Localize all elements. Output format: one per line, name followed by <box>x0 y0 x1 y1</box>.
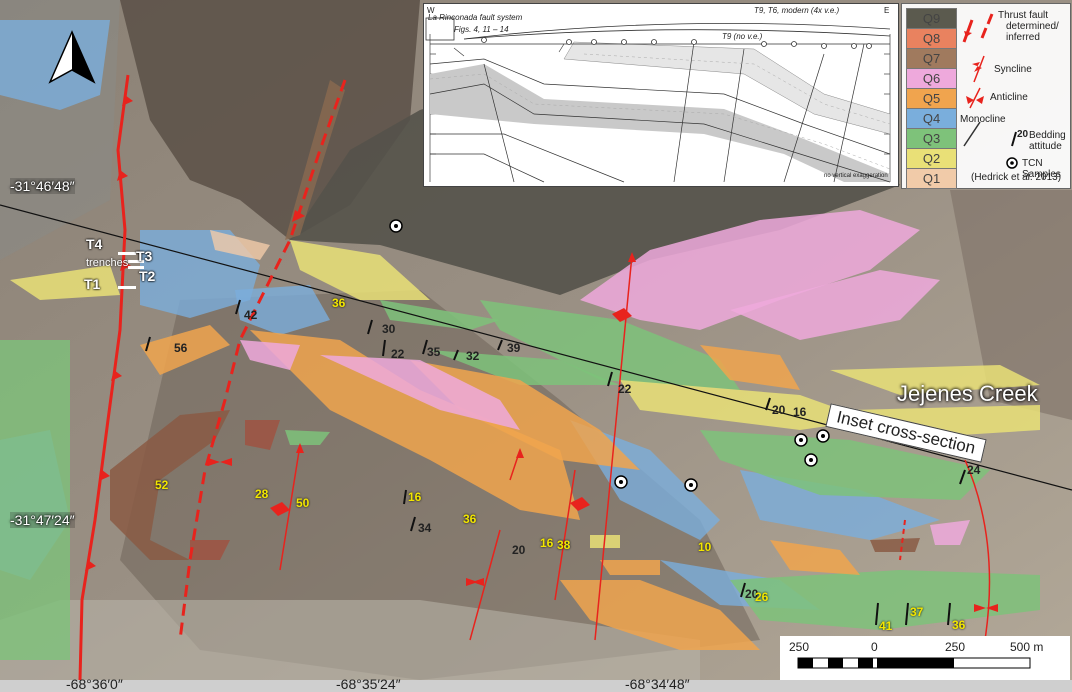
bedding-value: 22 <box>391 347 405 361</box>
legend-syncline: Syncline <box>994 64 1032 75</box>
lon-right-label: -68°34′48″ <box>625 676 690 692</box>
lon-mid-label: -68°35′24″ <box>336 676 401 692</box>
legend-monocline: Monocline <box>960 114 1006 125</box>
bedding-value: 30 <box>382 322 396 336</box>
legend-bedding-number: 20 <box>1017 129 1029 140</box>
inset-cross-section: W E La Rinconada fault system Figs. 4, 1… <box>423 3 899 187</box>
legend-tcn-2: (Hedrick et al. 2013) <box>971 172 1062 183</box>
bottom-band <box>0 680 1072 692</box>
trench-t4-label: T4 <box>86 236 103 252</box>
lat-bottom-label: -31°47′24″ <box>10 512 75 528</box>
trenches-label: trenches <box>86 257 129 269</box>
legend-thrust-2: determined/ <box>1006 21 1059 32</box>
unit-q4 <box>0 20 110 110</box>
bedding-value: 20 <box>512 543 526 557</box>
inset-no-ve-label: T9 (no v.e.) <box>722 32 763 41</box>
bedding-value: 32 <box>466 349 480 363</box>
geologic-map: -31°46′48″ -31°47′24″ Jejenes Creek Inse… <box>0 0 1072 692</box>
inset-modern-label: T9, T6, modern (4x v.e.) <box>754 6 840 15</box>
scale-label-0: 0 <box>871 640 878 654</box>
bedding-value: 34 <box>418 521 432 535</box>
scale-label-500: 500 m <box>1010 640 1044 654</box>
bedding-value: 36 <box>332 296 346 310</box>
scale-label-250-left: 250 <box>789 640 810 654</box>
creek-label: Jejenes Creek <box>897 381 1038 406</box>
bedding-value: 38 <box>557 538 571 552</box>
bedding-value: 20 <box>772 403 786 417</box>
unit-q5 <box>600 560 660 575</box>
legend-anticline: Anticline <box>990 92 1028 103</box>
bedding-value: 37 <box>910 605 924 619</box>
bedding-value: 22 <box>618 382 632 396</box>
legend-thrust-3: inferred <box>1006 32 1040 43</box>
inset-figs-label: Figs. 4, 11 – 14 <box>454 25 509 34</box>
map-legend: Q9 Q8 Q7 Q6 Q5 Q4 Q3 Q2 Q1 Thrust fault … <box>901 3 1071 189</box>
bedding-value: 41 <box>879 619 893 633</box>
unit-q7 <box>870 538 920 552</box>
bedding-value: 52 <box>155 478 169 492</box>
bedding-value: 39 <box>507 341 521 355</box>
legend-thrust: Thrust fault <box>998 10 1049 21</box>
bedding-value: 16 <box>793 405 807 419</box>
bedding-value: 16 <box>540 536 554 550</box>
bedding-value: 10 <box>698 540 712 554</box>
inset-no-vertical-label: no vertical exaggeration <box>824 173 888 179</box>
trench-t1-label: T1 <box>84 276 101 292</box>
bedding-value: 28 <box>255 487 269 501</box>
bedding-value: 56 <box>174 341 188 355</box>
bedding-value: 50 <box>296 496 310 510</box>
inset-east-label: E <box>884 6 890 15</box>
bedding-value: 42 <box>244 308 258 322</box>
bedding-value: 26 <box>755 590 769 604</box>
legend-bedding: Bedding <box>1029 130 1066 141</box>
unit-q3 <box>0 340 70 660</box>
bedding-value: 16 <box>408 490 422 504</box>
bedding-value: 35 <box>427 345 441 359</box>
bedding-value: 24 <box>967 463 981 477</box>
lat-top-label: -31°46′48″ <box>10 178 75 194</box>
bedding-value: 36 <box>463 512 477 526</box>
scale-label-250-right: 250 <box>945 640 966 654</box>
bedding-value: 36 <box>952 618 966 632</box>
inset-fault-system-label: La Rinconada fault system <box>428 13 523 22</box>
trench-t2-label: T2 <box>139 268 156 284</box>
legend-bedding-2: attitude <box>1029 141 1062 152</box>
lon-left-label: -68°36′0″ <box>66 676 123 692</box>
trench-t3-label: T3 <box>136 248 153 264</box>
